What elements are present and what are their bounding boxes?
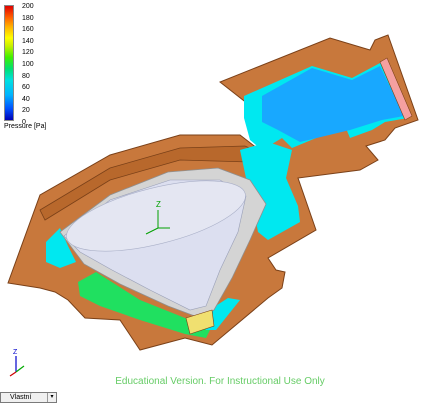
model-axis-z-label: Z bbox=[156, 200, 161, 209]
legend-tick: 200 bbox=[22, 3, 34, 10]
educational-watermark: Educational Version. For Instructional U… bbox=[115, 376, 325, 387]
view-orientation-value: Vlastní bbox=[10, 394, 32, 401]
legend-tick: 20 bbox=[22, 107, 30, 115]
legend-tick: 100 bbox=[22, 61, 34, 68]
legend-tick: 40 bbox=[22, 95, 30, 103]
legend-tick: 120 bbox=[22, 49, 34, 57]
cross-section-model[interactable]: Z Z bbox=[0, 0, 440, 403]
screen-axis-z-label: Z bbox=[13, 349, 18, 356]
chevron-down-icon[interactable]: ▾ bbox=[47, 393, 56, 402]
legend-tick: 140 bbox=[22, 37, 34, 45]
graphics-viewport[interactable]: Z Z 200 180 160 140 120 100 80 60 40 20 … bbox=[0, 0, 440, 403]
screen-axis-triad: Z bbox=[9, 349, 25, 377]
legend-color-bar bbox=[4, 5, 14, 121]
legend-tick: 180 bbox=[22, 14, 34, 22]
legend-tick: 60 bbox=[22, 84, 30, 92]
legend-tick: 80 bbox=[22, 72, 30, 80]
legend-title: Pressure [Pa] bbox=[4, 123, 47, 130]
view-orientation-select[interactable]: Vlastní ▾ bbox=[0, 392, 57, 403]
legend-tick: 160 bbox=[22, 26, 34, 34]
